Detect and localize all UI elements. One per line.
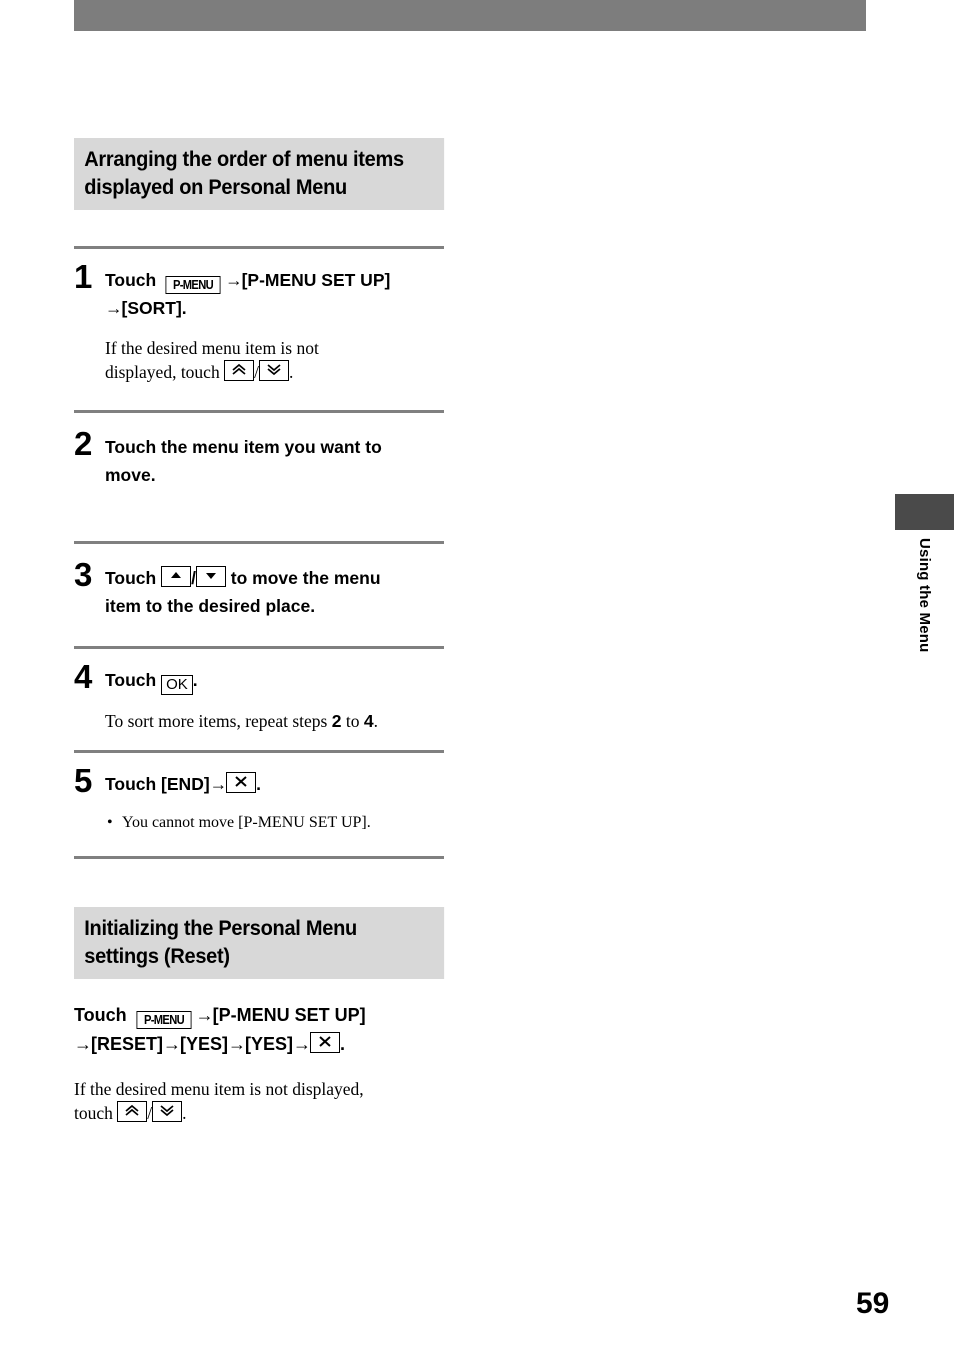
step-4-body-pre: To sort more items, repeat steps <box>105 711 332 731</box>
step-5-title-pre: Touch [END] <box>105 774 210 794</box>
step-2-number: 2 <box>74 425 93 462</box>
step-5-number: 5 <box>74 762 93 799</box>
step-1-body-line2-pre: displayed, touch <box>105 362 225 382</box>
reset-command-part1: [P-MENU SET UP] <box>212 1005 366 1025</box>
move-down-icon[interactable] <box>195 566 226 587</box>
step-1-body-post: . <box>288 362 294 382</box>
step-4-body: To sort more items, repeat steps 2 to 4. <box>105 709 444 733</box>
step-4-body-mid: to <box>341 711 364 731</box>
arrow-icon: → <box>195 1005 214 1025</box>
side-tab-marker <box>895 494 954 530</box>
step-5: 5 Touch [END]→. • You cannot move [P-MENU… <box>74 764 444 834</box>
step-4-body-post: . <box>373 711 378 731</box>
reset-note-line2-pre: touch <box>74 1103 118 1123</box>
reset-command-part3: [YES] <box>180 1034 229 1054</box>
step-5-title: Touch [END]→. <box>105 770 444 798</box>
step-4-title-post: . <box>192 670 198 690</box>
reset-command-part2: [RESET] <box>91 1034 163 1054</box>
step-4-title-pre: Touch <box>105 670 162 690</box>
page-down-icon[interactable] <box>152 1101 183 1122</box>
reset-command-post: . <box>340 1034 346 1054</box>
p-menu-icon[interactable]: P-MENU <box>165 276 221 294</box>
reset-note: If the desired menu item is not displaye… <box>74 1077 444 1125</box>
reset-command-pre: Touch <box>74 1005 132 1025</box>
step-4-title: Touch OK. <box>105 666 444 695</box>
section-heading-initializing: Initializing the Personal Menu settings … <box>74 907 445 979</box>
step-1: 1 Touch P-MENU →[P-MENU SET UP] →[SORT]. … <box>74 260 444 384</box>
step-3-title-pre: Touch <box>105 568 162 588</box>
page-up-icon[interactable] <box>224 360 255 381</box>
step-4-body-ref1: 2 <box>331 711 342 731</box>
p-menu-icon[interactable]: P-MENU <box>136 1011 192 1029</box>
step-3-title-line2: item to the desired place. <box>105 596 316 616</box>
section-heading-arranging-line1: Arranging the order of menu items <box>84 147 404 171</box>
page-number: 59 <box>856 1287 890 1320</box>
step-3-title: Touch / to move the menu item to the des… <box>105 564 444 620</box>
step-1-body-line1: If the desired menu item is not <box>105 338 319 358</box>
step-3-number: 3 <box>74 556 93 593</box>
step-4: 4 Touch OK. To sort more items, repeat s… <box>74 660 444 733</box>
arrow-icon: → <box>105 298 122 318</box>
step-2-title-line2: move. <box>105 465 156 485</box>
arrow-icon: → <box>228 1034 246 1054</box>
side-tab-text: Using the Menu <box>916 538 933 653</box>
reset-note-line1: If the desired menu item is not displaye… <box>74 1079 364 1099</box>
step-5-note-text: You cannot move [P-MENU SET UP]. <box>122 814 371 831</box>
step-1-number: 1 <box>74 258 93 295</box>
step-4-body-ref2: 4 <box>363 711 374 731</box>
arrow-icon: → <box>74 1034 92 1054</box>
section-heading-initializing-line1: Initializing the Personal Menu <box>84 916 357 940</box>
step-2-title-line1: Touch the menu item you want to <box>105 437 382 457</box>
step-2-title: Touch the menu item you want to move. <box>105 433 444 489</box>
step-5-note: • You cannot move [P-MENU SET UP]. <box>105 812 444 834</box>
step-3: 3 Touch / to move the menu item to the d… <box>74 558 444 620</box>
page-header-band <box>74 0 866 31</box>
page-content: Arranging the order of menu items displa… <box>74 138 445 1125</box>
ok-icon[interactable]: OK <box>161 675 193 695</box>
reset-command-part4: [YES] <box>245 1034 294 1054</box>
step-1-title-mid: [P-MENU SET UP] <box>241 270 391 290</box>
arrow-icon: → <box>163 1034 181 1054</box>
page-down-icon[interactable] <box>258 360 289 381</box>
step-4-number: 4 <box>74 658 93 695</box>
side-tab-chapter-label: Using the Menu <box>895 530 954 720</box>
step-2: 2 Touch the menu item you want to move. <box>74 427 444 489</box>
bullet-dot: • <box>107 814 113 831</box>
step-1-body: If the desired menu item is not displaye… <box>105 336 444 384</box>
step-1-title: Touch P-MENU →[P-MENU SET UP] →[SORT]. <box>105 266 444 322</box>
arrow-icon: → <box>293 1034 311 1054</box>
step-1-title-pre: Touch <box>105 270 162 290</box>
section-heading-arranging: Arranging the order of menu items displa… <box>74 138 445 210</box>
close-icon[interactable] <box>226 772 257 793</box>
reset-command: Touch P-MENU →[P-MENU SET UP] →[RESET]→[Y… <box>74 1001 444 1059</box>
reset-note-post: . <box>182 1103 187 1123</box>
page-up-icon[interactable] <box>117 1101 148 1122</box>
section-heading-arranging-line2: displayed on Personal Menu <box>84 175 347 199</box>
step-5-title-post: . <box>256 774 262 794</box>
section-heading-initializing-line2: settings (Reset) <box>84 944 230 968</box>
arrow-icon: → <box>209 774 227 794</box>
move-up-icon[interactable] <box>161 566 192 587</box>
close-icon[interactable] <box>310 1032 341 1053</box>
step-3-title-post: to move the menu <box>225 568 381 588</box>
arrow-icon: → <box>225 270 242 290</box>
step-1-title-line2: [SORT]. <box>121 298 187 318</box>
